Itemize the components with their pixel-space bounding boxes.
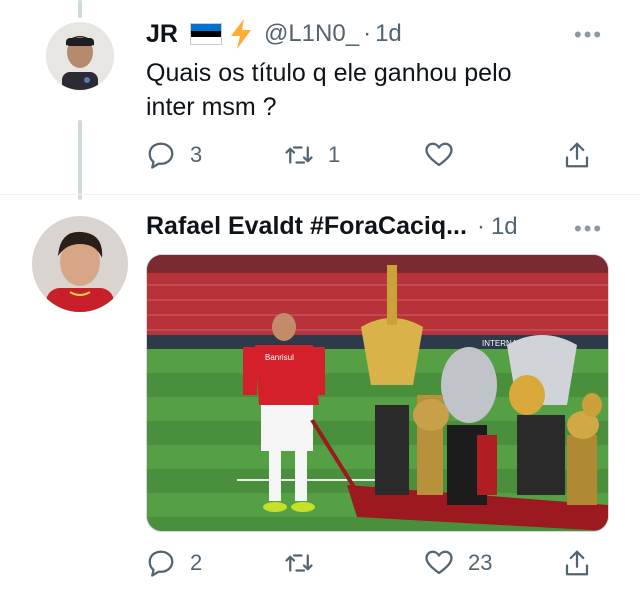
- estonia-flag-icon: [189, 23, 222, 45]
- like-button[interactable]: 23: [424, 548, 492, 578]
- share-button[interactable]: [562, 140, 592, 170]
- author-name[interactable]: Rafael Evaldt #ForaCaciq...: [146, 212, 467, 241]
- more-options-icon[interactable]: •••: [574, 22, 603, 48]
- author-name[interactable]: JR: [146, 20, 178, 49]
- heart-icon: [425, 142, 453, 167]
- retweet-button[interactable]: [284, 548, 328, 578]
- tweet-header: JR @L1N0_ · 1d: [146, 18, 402, 50]
- retweet-icon: [285, 554, 313, 572]
- author-handle[interactable]: @L1N0_: [264, 20, 359, 48]
- tweet-text: Quais os título q ele ganhou pelo inter …: [146, 56, 512, 124]
- retweet-button[interactable]: 1: [284, 140, 340, 170]
- tweet-header: Rafael Evaldt #ForaCaciq... · 1d: [146, 212, 518, 241]
- share-button[interactable]: [562, 548, 592, 578]
- thread-line-top: [78, 0, 82, 18]
- separator-dot: ·: [476, 212, 485, 240]
- tweet-divider: [0, 194, 640, 195]
- trophies-photo: INTERNACIONAL Banrisul: [147, 255, 608, 531]
- tweet-text-line: inter msm ?: [146, 93, 277, 121]
- lightning-icon: [230, 19, 251, 49]
- reply-button[interactable]: 2: [146, 548, 202, 578]
- tweet-image[interactable]: INTERNACIONAL Banrisul: [146, 254, 609, 532]
- separator-dot: ·: [363, 20, 372, 47]
- shirt-sponsor-text: Banrisul: [265, 353, 294, 362]
- avatar-photo: [46, 22, 114, 90]
- reply-icon: [148, 142, 174, 169]
- share-icon: [565, 550, 589, 576]
- heart-icon: [425, 550, 453, 575]
- like-button[interactable]: [424, 140, 468, 170]
- timestamp[interactable]: 1d: [491, 213, 518, 241]
- timestamp[interactable]: 1d: [375, 20, 402, 48]
- tweet-text-line: Quais os título q ele ganhou pelo: [146, 59, 512, 87]
- reply-button[interactable]: 3: [146, 140, 202, 170]
- thread-line-connector: [78, 120, 82, 200]
- like-count: 23: [468, 550, 493, 575]
- retweet-icon: [285, 146, 313, 164]
- reply-count: 3: [190, 142, 203, 167]
- avatar[interactable]: [32, 216, 128, 312]
- reply-count: 2: [190, 550, 203, 575]
- avatar-photo: [32, 216, 128, 312]
- share-icon: [565, 142, 589, 168]
- more-options-icon[interactable]: •••: [574, 216, 603, 242]
- reply-icon: [148, 550, 174, 577]
- avatar[interactable]: [46, 22, 114, 90]
- retweet-count: 1: [328, 142, 341, 167]
